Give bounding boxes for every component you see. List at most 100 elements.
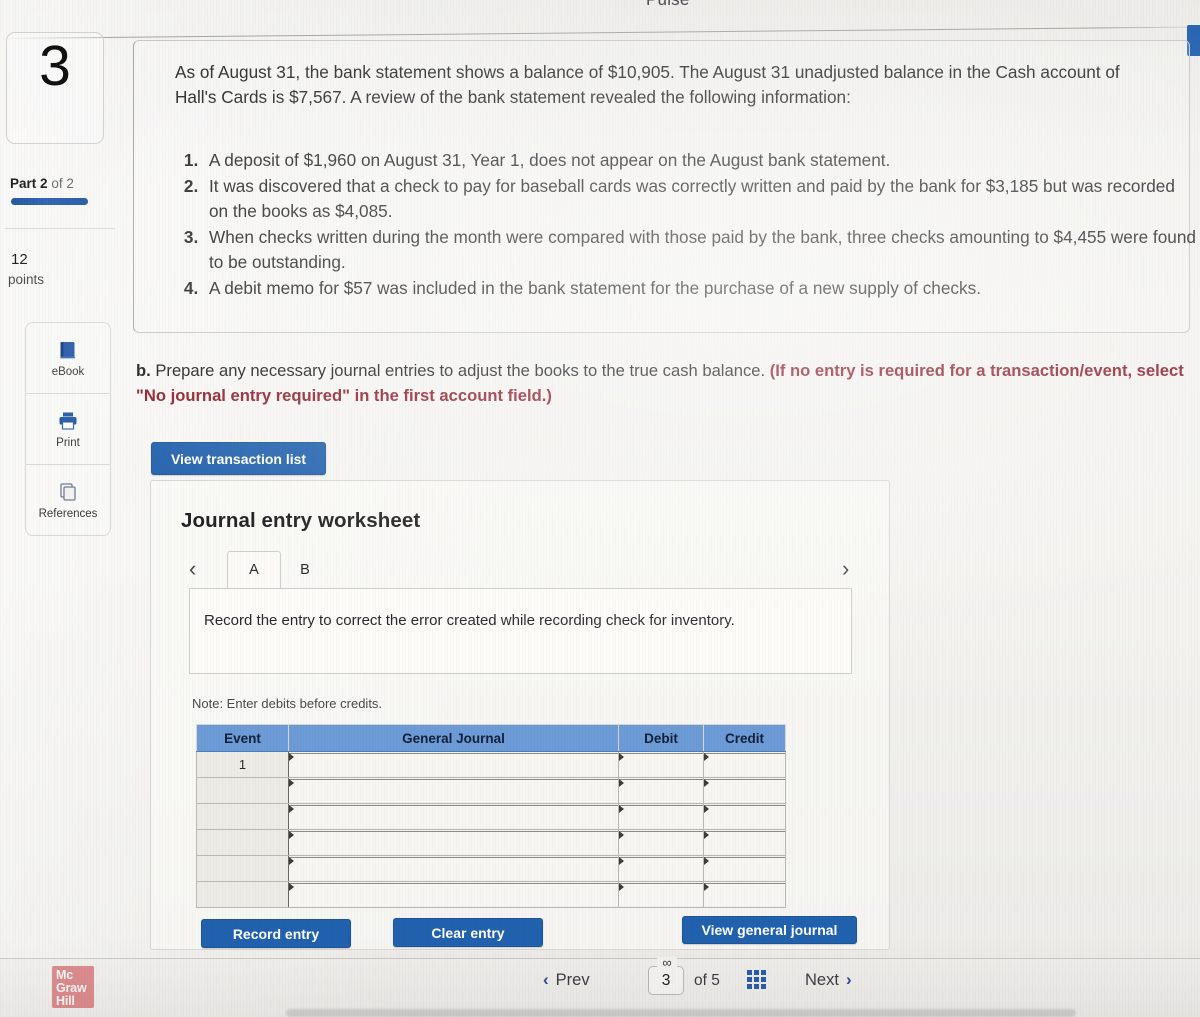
grid-cell	[754, 984, 759, 989]
cell-debit[interactable]	[618, 751, 704, 778]
chevron-left-icon: ‹	[543, 970, 549, 989]
debit-input[interactable]	[619, 831, 703, 854]
record-entry-button[interactable]: Record entry	[201, 919, 351, 948]
table-row	[196, 829, 786, 856]
credit-input[interactable]	[704, 883, 785, 906]
credit-input[interactable]	[704, 857, 785, 880]
chevron-right-icon	[619, 779, 624, 787]
debit-input[interactable]	[619, 857, 703, 880]
cell-debit[interactable]	[618, 855, 704, 882]
app-title: Pulse	[646, 0, 690, 10]
page-shadow	[286, 1009, 1076, 1017]
tab-next-arrow-icon[interactable]: ›	[842, 557, 849, 581]
chevron-right-icon	[619, 831, 624, 839]
tool-stack: eBook Print References	[25, 322, 111, 536]
cell-debit[interactable]	[618, 803, 704, 830]
part-current: 2	[40, 176, 48, 191]
debit-input[interactable]	[619, 805, 703, 828]
chevron-right-icon	[704, 883, 709, 891]
chevron-right-icon	[289, 779, 294, 787]
worksheet-title: Journal entry worksheet	[181, 509, 421, 532]
chevron-right-icon	[289, 805, 294, 813]
print-button[interactable]: Print	[26, 394, 110, 465]
account-select[interactable]	[289, 857, 618, 880]
question-number: 3	[39, 34, 71, 98]
grid-cell	[761, 977, 766, 982]
credit-input[interactable]	[704, 805, 785, 828]
part-progress-bar	[11, 198, 88, 205]
cell-event: 1	[196, 751, 289, 778]
tab-a[interactable]: A	[227, 551, 281, 588]
cell-debit[interactable]	[618, 777, 704, 804]
account-select[interactable]	[289, 753, 618, 776]
tab-b[interactable]: B	[281, 551, 329, 588]
cell-general-journal[interactable]	[288, 829, 619, 856]
chevron-right-icon	[704, 805, 709, 813]
page-of-word: of	[694, 972, 707, 989]
chevron-right-icon	[619, 805, 624, 813]
grid-cell	[747, 970, 752, 975]
cell-general-journal[interactable]	[288, 777, 619, 804]
printer-icon	[56, 410, 80, 432]
view-general-journal-button[interactable]: View general journal	[682, 916, 857, 944]
cell-credit[interactable]	[703, 881, 786, 908]
cell-event	[196, 855, 289, 882]
cell-general-journal[interactable]	[288, 803, 619, 830]
chevron-right-icon	[704, 857, 709, 865]
cell-debit[interactable]	[618, 881, 704, 908]
requirement-letter: b.	[136, 361, 151, 380]
clear-entry-button[interactable]: Clear entry	[393, 918, 543, 947]
worksheet-prompt: Record the entry to correct the error cr…	[204, 612, 735, 629]
page-surface: Pulse 3 Part 2 of 2 12 points	[0, 0, 1200, 1017]
cell-credit[interactable]	[703, 777, 786, 804]
cell-debit[interactable]	[618, 829, 704, 856]
table-row: 1	[196, 751, 786, 778]
debit-input[interactable]	[619, 753, 703, 776]
cell-general-journal[interactable]	[288, 881, 619, 908]
references-button[interactable]: References	[26, 465, 110, 535]
chevron-right-icon: ›	[845, 970, 852, 989]
cell-credit[interactable]	[703, 829, 786, 856]
worksheet-note: Note: Enter debits before credits.	[192, 696, 383, 711]
list-item: It was discovered that a check to pay fo…	[203, 174, 1198, 225]
account-select[interactable]	[289, 779, 618, 802]
view-transaction-list-button[interactable]: View transaction list	[151, 442, 326, 475]
credit-input[interactable]	[704, 831, 785, 854]
references-label: References	[38, 507, 98, 520]
prev-question-button[interactable]: ‹ Prev	[543, 970, 590, 990]
cell-credit[interactable]	[703, 803, 786, 830]
account-select[interactable]	[289, 805, 618, 828]
debit-input[interactable]	[619, 883, 703, 906]
credit-input[interactable]	[704, 753, 785, 776]
rail-divider	[5, 228, 115, 229]
chevron-right-icon	[289, 753, 294, 761]
cell-event	[196, 881, 289, 908]
next-label: Next	[805, 970, 839, 989]
chevron-right-icon	[619, 753, 624, 761]
credit-input[interactable]	[704, 779, 785, 802]
grid-cell	[754, 977, 759, 982]
page-total: 5	[711, 972, 720, 989]
cell-general-journal[interactable]	[288, 751, 619, 778]
column-header-credit: Credit	[703, 724, 786, 752]
requirement-text: Prepare any necessary journal entries to…	[150, 361, 770, 380]
worksheet-prompt-panel: Record the entry to correct the error cr…	[189, 588, 852, 674]
page-number-input[interactable]: 3	[648, 966, 684, 995]
next-question-button[interactable]: Next ›	[805, 970, 852, 990]
problem-intro: As of August 31, the bank statement show…	[175, 62, 1120, 107]
cell-general-journal[interactable]	[288, 855, 619, 882]
ebook-button[interactable]: eBook	[26, 323, 110, 394]
column-header-debit: Debit	[618, 724, 704, 752]
cell-credit[interactable]	[703, 855, 786, 882]
account-select[interactable]	[289, 883, 618, 906]
grid-icon[interactable]	[747, 970, 766, 989]
tab-prev-arrow-icon[interactable]: ‹	[189, 557, 196, 581]
cell-credit[interactable]	[703, 751, 786, 778]
chevron-right-icon	[704, 753, 709, 761]
part-prefix: Part	[10, 176, 37, 191]
chevron-right-icon	[289, 883, 294, 891]
account-select[interactable]	[289, 831, 618, 854]
list-item: When checks written during the month wer…	[203, 225, 1198, 276]
debit-input[interactable]	[619, 779, 703, 802]
left-rail: 3 Part 2 of 2 12 points eBook Print Refe…	[0, 0, 133, 1017]
